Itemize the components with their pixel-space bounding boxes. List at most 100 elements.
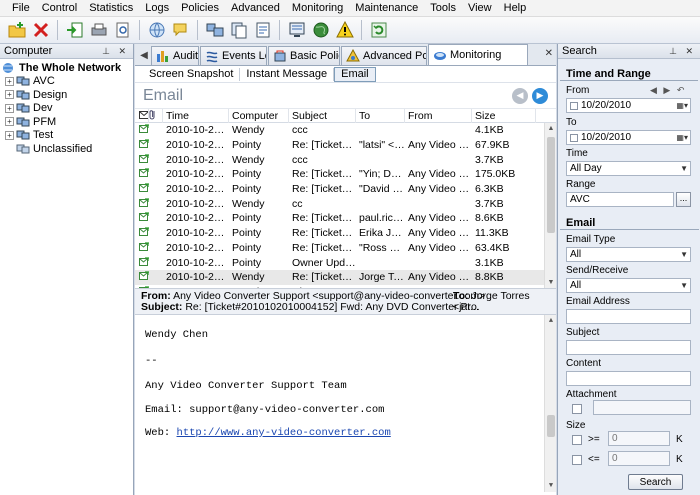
col-subject[interactable]: Subject [289, 109, 356, 123]
menu-monitoring[interactable]: Monitoring [286, 0, 349, 17]
attachment-input[interactable] [593, 400, 691, 415]
tree-group-pfm[interactable]: + PFM [2, 115, 133, 129]
print-preview-button[interactable] [112, 20, 133, 41]
range-field[interactable]: AVC [566, 192, 674, 207]
col-time[interactable]: Time [163, 109, 229, 123]
import-button[interactable] [64, 20, 85, 41]
scroll-thumb[interactable] [547, 137, 555, 233]
menu-control[interactable]: Control [36, 0, 83, 17]
documents-button[interactable] [228, 20, 249, 41]
body-scrollbar[interactable]: ▲ ▼ [544, 315, 556, 492]
tree-group-avc[interactable]: + AVC [2, 75, 133, 89]
refresh-button[interactable] [368, 20, 389, 41]
to-date-checkbox[interactable] [570, 133, 578, 142]
forward-icon[interactable]: ▶ [532, 87, 548, 104]
expand-icon[interactable]: + [5, 76, 14, 86]
tree-root[interactable]: The Whole Network [2, 61, 133, 75]
menu-statistics[interactable]: Statistics [83, 0, 139, 17]
tab-advanced-policy[interactable]: Advanced Polic [341, 46, 427, 65]
size-ge-input[interactable]: 0 [608, 431, 670, 446]
attachment-checkbox[interactable] [572, 404, 582, 414]
table-row[interactable]: 2010-10-20 1...Wendy ccc 4.1KB [135, 123, 556, 138]
tree-group-dev[interactable]: + Dev [2, 102, 133, 116]
send-receive-select[interactable]: All ▼ [566, 278, 691, 293]
table-row[interactable]: 2010-10-20 1...Pointy Re: [Ticket#2..."Yi… [135, 167, 556, 182]
size-le-checkbox[interactable] [572, 455, 582, 465]
menu-tools[interactable]: Tools [424, 0, 462, 17]
subtab-instant-message[interactable]: Instant Message [240, 67, 335, 81]
browse-button[interactable] [146, 20, 167, 41]
scroll-down-icon[interactable]: ▼ [545, 277, 556, 288]
table-row[interactable]: 2010-10-20 1...Wendy cc 3.7KB [135, 196, 556, 211]
website-link[interactable]: http://www.any-video-converter.com [177, 427, 391, 439]
panel-controls[interactable]: ⊥ ✕ [102, 46, 129, 57]
tab-monitoring[interactable]: Monitoring [428, 44, 528, 65]
print-button[interactable] [88, 20, 109, 41]
date-nav-icon[interactable]: ◀ ▶ ↶ [650, 85, 686, 96]
table-row[interactable]: 2010-10-20 1...Wendy Re: [Ticket#2...Jorg… [135, 269, 556, 285]
calendar-icon[interactable]: ▦▾ [676, 133, 688, 142]
tab-scroll-left-icon[interactable]: ◀ [137, 45, 151, 65]
subtab-screen-snapshot[interactable]: Screen Snapshot [143, 67, 241, 81]
chevron-down-icon[interactable]: ▼ [680, 164, 688, 173]
subtab-email[interactable]: Email [334, 66, 376, 82]
expand-icon[interactable]: + [5, 117, 14, 127]
grid-scrollbar[interactable]: ▲ ▼ [544, 123, 556, 288]
table-row[interactable]: 2010-10-20 1...Pointy Re: [Ticket#2...Eri… [135, 226, 556, 241]
menu-file[interactable]: File [6, 0, 36, 17]
scroll-up-icon[interactable]: ▲ [545, 315, 556, 327]
col-computer[interactable]: Computer [229, 109, 289, 123]
to-date-picker[interactable]: 10/20/2010 ▦▾ [566, 130, 691, 145]
size-le-input[interactable]: 0 [608, 451, 670, 466]
table-row[interactable]: 2010-10-20 1...Pointy Owner Upda... 3.1KB [135, 255, 556, 270]
menu-view[interactable]: View [462, 0, 498, 17]
network-button[interactable] [310, 20, 331, 41]
panel-controls[interactable]: ⊥ ✕ [669, 46, 696, 57]
computers-button[interactable] [204, 20, 225, 41]
range-browse-button[interactable]: ... [676, 192, 691, 207]
email-type-select[interactable]: All ▼ [566, 247, 691, 262]
scroll-down-icon[interactable]: ▼ [545, 480, 556, 492]
expand-icon[interactable]: + [5, 130, 14, 140]
new-folder-button[interactable] [6, 20, 27, 41]
scroll-up-icon[interactable]: ▲ [545, 123, 556, 135]
menu-maintenance[interactable]: Maintenance [349, 0, 424, 17]
col-size[interactable]: Size [472, 109, 536, 123]
time-select[interactable]: All Day ▼ [566, 161, 691, 176]
table-row[interactable]: 2010-10-20 1...Pointy Re: [Ticket#2..."la… [135, 138, 556, 153]
menu-logs[interactable]: Logs [139, 0, 175, 17]
from-date-picker[interactable]: 10/20/2010 ▦▾ [566, 98, 691, 113]
from-date-checkbox[interactable] [570, 101, 578, 110]
delete-button[interactable] [30, 20, 51, 41]
chevron-down-icon[interactable]: ▼ [680, 250, 688, 259]
calendar-icon[interactable]: ▦▾ [676, 101, 688, 110]
table-row[interactable]: 2010-10-20 1...Pointy Re: [Ticket#2..."Ro… [135, 241, 556, 256]
close-tab-icon[interactable]: ✕ [545, 48, 553, 59]
alert-button[interactable] [334, 20, 355, 41]
subject-input[interactable] [566, 340, 691, 355]
col-status-icon[interactable] [135, 109, 149, 123]
tree-unclassified[interactable]: Unclassified [2, 142, 133, 156]
tree-group-test[interactable]: + Test [2, 129, 133, 143]
chevron-down-icon[interactable]: ▼ [680, 281, 688, 290]
table-row[interactable]: 2010-10-20 1...Wendy ccc 3.7KB [135, 152, 556, 167]
tab-audit[interactable]: Audit [151, 46, 199, 65]
col-to[interactable]: To [356, 109, 405, 123]
report-button[interactable] [252, 20, 273, 41]
table-row[interactable]: 2010-10-20 1...Pointy Re: [Ticket#2...pau… [135, 211, 556, 226]
expand-icon[interactable]: + [5, 90, 14, 100]
table-row[interactable]: 2010-10-20 1...Pointy Re: [Ticket#2..."Da… [135, 182, 556, 197]
back-icon[interactable]: ◀ [512, 87, 528, 104]
col-attachment-icon[interactable] [149, 109, 163, 123]
tab-events-log[interactable]: Events Log [200, 46, 267, 65]
monitor-button[interactable] [286, 20, 307, 41]
scroll-thumb[interactable] [547, 415, 555, 437]
tab-basic-policy[interactable]: Basic Policy [268, 46, 340, 65]
search-button[interactable]: Search [628, 474, 683, 490]
size-ge-checkbox[interactable] [572, 435, 582, 445]
messages-button[interactable] [170, 20, 191, 41]
menu-policies[interactable]: Policies [175, 0, 225, 17]
email-address-input[interactable] [566, 309, 691, 324]
menu-advanced[interactable]: Advanced [225, 0, 286, 17]
content-input[interactable] [566, 371, 691, 386]
